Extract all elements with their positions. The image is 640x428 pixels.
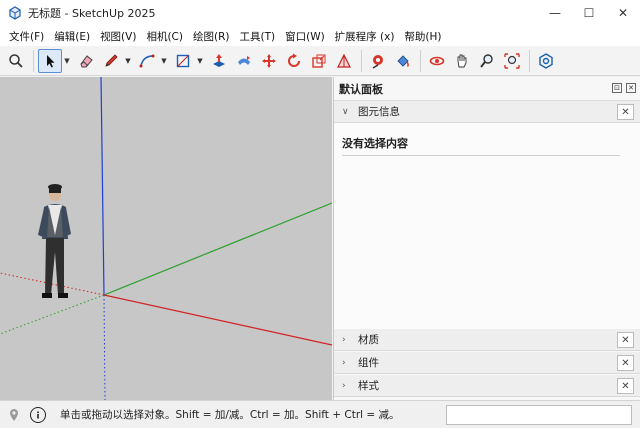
toolbar-divider [420, 49, 421, 72]
tray-title: 默认面板 [339, 82, 383, 96]
entity-info-close-button[interactable]: ✕ [617, 104, 634, 120]
pencil-tool-button[interactable] [99, 49, 123, 73]
entity-info-divider [342, 155, 620, 156]
push-pull-tool-button[interactable] [207, 49, 231, 73]
select-arrow-icon [47, 54, 55, 67]
toolbar-divider [361, 49, 362, 72]
scale-tool-button[interactable] [307, 49, 331, 73]
menu-bar: 文件(F) 编辑(E) 视图(V) 相机(C) 绘图(R) 工具(T) 窗口(W… [0, 26, 640, 46]
toolbar-divider [33, 49, 34, 72]
menu-camera[interactable]: 相机(C) [141, 29, 188, 44]
styles-label: 样式 [358, 380, 379, 392]
move-tool-button[interactable] [257, 49, 281, 73]
components-label: 组件 [358, 357, 379, 369]
paint-bucket-tool-button[interactable] [391, 49, 415, 73]
extension-warehouse-button[interactable] [534, 49, 558, 73]
rotate-tool-button[interactable] [282, 49, 306, 73]
follow-me-tool-button[interactable] [232, 49, 256, 73]
styles-section-header[interactable]: › 样式 ✕ [334, 375, 640, 397]
status-hint-text: 单击或拖动以选择对象。Shift = 加/减。Ctrl = 加。Shift + … [60, 409, 400, 421]
zoom-extents-icon [504, 52, 520, 69]
pencil-icon [105, 53, 118, 67]
select-dropdown-arrow[interactable]: ▼ [63, 49, 71, 73]
tray-header-buttons: ⊡ ✕ [612, 83, 636, 93]
styles-close-button[interactable]: ✕ [617, 378, 634, 394]
entity-info-label: 图元信息 [358, 106, 400, 118]
materials-close-button[interactable]: ✕ [617, 332, 634, 348]
drawing-viewport[interactable] [0, 77, 332, 400]
title-bar: 无标题 - SketchUp 2025 — ☐ ✕ [0, 0, 640, 26]
rectangle-dropdown-arrow[interactable]: ▼ [196, 49, 204, 73]
entity-info-section-header[interactable]: ∨ 图元信息 ✕ [334, 101, 640, 123]
chevron-right-icon: › [342, 380, 346, 391]
scale-icon [312, 54, 326, 68]
pencil-dropdown-arrow[interactable]: ▼ [124, 49, 132, 73]
info-icon [37, 411, 39, 418]
rectangle-icon [176, 54, 190, 67]
status-bar: 单击或拖动以选择对象。Shift = 加/减。Ctrl = 加。Shift + … [0, 400, 640, 428]
select-tool-button[interactable] [38, 48, 62, 73]
push-pull-icon [213, 53, 225, 67]
chevron-right-icon: › [342, 357, 346, 368]
rotate-icon [288, 53, 300, 67]
menu-tools[interactable]: 工具(T) [234, 29, 280, 44]
arc-icon [139, 54, 155, 67]
search-button[interactable] [4, 49, 28, 73]
pan-tool-button[interactable] [450, 49, 474, 73]
pan-icon [457, 54, 467, 67]
zoom-icon [480, 53, 493, 68]
measurements-input[interactable] [446, 405, 632, 425]
arc-tool-button[interactable] [135, 49, 159, 73]
pin-icon[interactable]: ⊡ [612, 83, 622, 93]
move-icon [262, 53, 276, 68]
window-title: 无标题 - SketchUp 2025 [28, 7, 156, 20]
rectangle-tool-button[interactable] [171, 49, 195, 73]
window-controls: — ☐ ✕ [538, 0, 640, 26]
location-pin-icon [10, 408, 18, 421]
chevron-down-icon: ∨ [342, 106, 349, 117]
orbit-icon [429, 56, 445, 65]
components-close-button[interactable]: ✕ [617, 355, 634, 371]
section-icon [337, 53, 351, 68]
instructor-icon[interactable] [30, 406, 46, 423]
toolbar-divider [529, 49, 530, 72]
menu-window[interactable]: 窗口(W) [280, 29, 330, 44]
materials-section-header[interactable]: › 材质 ✕ [334, 329, 640, 351]
eraser-icon [80, 54, 93, 67]
search-icon [9, 53, 23, 68]
no-selection-message: 没有选择内容 [342, 137, 408, 150]
sketchup-logo-icon [9, 6, 21, 20]
zoom-extents-tool-button[interactable] [500, 49, 524, 73]
tape-measure-tool-button[interactable] [366, 49, 390, 73]
chevron-right-icon: › [342, 334, 346, 345]
menu-draw[interactable]: 绘图(R) [188, 29, 235, 44]
tape-measure-icon [372, 54, 383, 69]
arc-dropdown-arrow[interactable]: ▼ [160, 49, 168, 73]
close-button[interactable]: ✕ [606, 0, 640, 26]
menu-view[interactable]: 视图(V) [95, 29, 141, 44]
default-tray-panel: 默认面板 ⊡ ✕ ∨ 图元信息 ✕ 没有选择内容 › 材质 ✕ › 组件 ✕ ›… [333, 77, 640, 400]
entity-info-body: 没有选择内容 [334, 123, 640, 329]
tray-header: 默认面板 [334, 77, 640, 101]
tray-close-icon[interactable]: ✕ [626, 83, 636, 93]
zoom-tool-button[interactable] [475, 49, 499, 73]
extension-warehouse-icon [539, 52, 553, 69]
modeling-canvas[interactable] [0, 77, 332, 400]
menu-edit[interactable]: 编辑(E) [49, 29, 95, 44]
components-section-header[interactable]: › 组件 ✕ [334, 352, 640, 374]
eraser-tool-button[interactable] [74, 49, 98, 73]
follow-me-icon [238, 55, 250, 65]
minimize-button[interactable]: — [538, 0, 572, 26]
menu-extensions[interactable]: 扩展程序 (x) [330, 29, 400, 44]
paint-bucket-icon [397, 54, 409, 67]
orbit-tool-button[interactable] [425, 49, 449, 73]
menu-file[interactable]: 文件(F) [4, 29, 49, 44]
menu-help[interactable]: 帮助(H) [399, 29, 446, 44]
maximize-button[interactable]: ☐ [572, 0, 606, 26]
section-tool-button[interactable] [332, 49, 356, 73]
geolocation-icon[interactable] [6, 407, 22, 423]
toolbar: ▼ ▼ ▼ ▼ [0, 46, 640, 76]
materials-label: 材质 [358, 334, 379, 346]
